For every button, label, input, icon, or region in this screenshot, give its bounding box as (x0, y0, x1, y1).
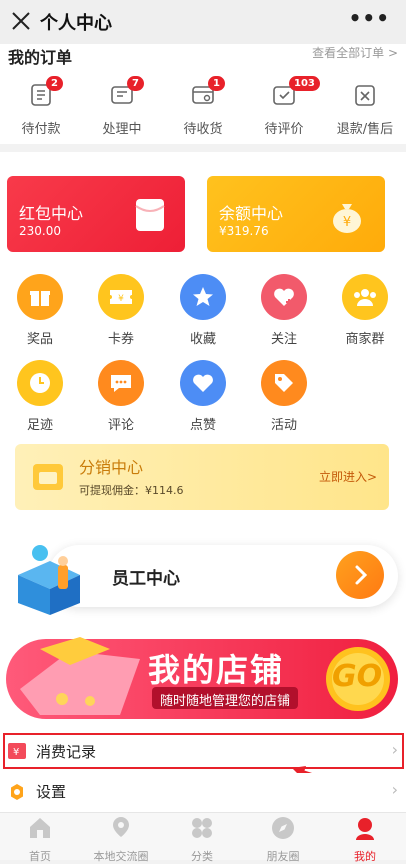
grid-favorites[interactable]: 收藏 (168, 274, 238, 347)
tab-label: 分类 (191, 850, 213, 863)
grid-merchant-group[interactable]: 商家群 (330, 274, 400, 347)
grid-label: 评论 (107, 418, 134, 433)
main-panel: 红包中心 230.00 余额中心 ¥319.76 ¥ 奖品 ¥ 卡券 收藏 关注… (0, 152, 406, 812)
category-grid-icon (192, 818, 212, 838)
my-shop-banner[interactable]: 我的店铺 随时随地管理您的店铺 GO (0, 629, 406, 727)
tab-category[interactable]: 分类 (162, 815, 242, 864)
bottom-tab-bar: 首页 本地交流圈 分类 朋友圈 我的 (0, 812, 406, 863)
grid-label: 关注 (270, 332, 297, 347)
staff-illustration-icon (18, 545, 80, 615)
distribution-box-icon (33, 464, 63, 490)
grid-label: 足迹 (26, 418, 53, 433)
tab-mine[interactable]: 我的 (325, 815, 405, 864)
order-badge: 7 (127, 76, 144, 91)
staff-center-banner[interactable]: 员工中心 (8, 535, 398, 615)
order-badge: 1 (208, 76, 225, 91)
more-menu-button[interactable]: ••• (349, 6, 390, 30)
staff-title: 员工中心 (112, 569, 180, 589)
grid-likes[interactable]: 点赞 (168, 360, 238, 433)
grid-label: 商家群 (345, 332, 385, 347)
gift-icon (17, 274, 63, 320)
home-icon (30, 818, 50, 838)
refund-icon (355, 85, 375, 106)
orders-title: 我的订单 (8, 48, 73, 67)
group-icon (342, 274, 388, 320)
compass-icon (272, 817, 294, 839)
redpacket-title: 红包中心 (19, 204, 84, 223)
order-label: 退款/售后 (336, 122, 394, 137)
balance-value: ¥319.76 (219, 224, 269, 238)
shop-go-label[interactable]: GO (332, 659, 382, 694)
grid-follow[interactable]: 关注 (249, 274, 319, 347)
user-icon (356, 818, 374, 840)
shop-subtitle: 随时随地管理您的店铺 (160, 694, 291, 709)
svg-text:¥: ¥ (118, 294, 124, 304)
ticket-icon: ¥ (98, 274, 144, 320)
tab-label: 朋友圈 (266, 850, 300, 863)
gear-icon (11, 784, 23, 800)
tab-moments[interactable]: 朋友圈 (243, 815, 323, 864)
tab-home[interactable]: 首页 (0, 815, 80, 864)
order-badge: 2 (46, 76, 63, 91)
tab-local-circle[interactable]: 本地交流圈 (81, 815, 161, 864)
tab-label: 首页 (29, 850, 51, 863)
heart-icon (180, 360, 226, 406)
order-label: 待评价 (264, 122, 304, 137)
staff-enter-button[interactable] (336, 551, 384, 599)
orders-section: 我的订单 查看全部订单 > 2 待付款 7 处理中 1 待收货 103 待评价 … (0, 44, 406, 144)
chevron-right-icon: › (391, 780, 398, 799)
order-refund[interactable]: 退款/售后 (324, 82, 406, 142)
balance-title: 余额中心 (219, 204, 284, 223)
order-label: 处理中 (102, 122, 142, 137)
order-label: 待付款 (21, 122, 61, 137)
location-pin-icon (113, 817, 129, 837)
grid-label: 活动 (270, 418, 297, 433)
order-badge: 103 (289, 76, 320, 91)
menu-label: 设置 (36, 783, 67, 801)
order-pending-payment[interactable]: 2 待付款 (0, 76, 82, 142)
tab-label: 我的 (354, 850, 376, 863)
svg-text:¥: ¥ (343, 215, 351, 230)
settings-row[interactable]: 设置 › (0, 773, 406, 809)
grid-label: 收藏 (189, 332, 216, 347)
heart-plus-icon (261, 274, 307, 320)
grid-label: 奖品 (26, 332, 53, 347)
order-to-review[interactable]: 103 待评价 (243, 76, 325, 142)
grid-coupons[interactable]: ¥ 卡券 (86, 274, 156, 347)
grid-comments[interactable]: 评论 (86, 360, 156, 433)
tag-icon (261, 360, 307, 406)
distribution-enter-link[interactable]: 立即进入> (319, 468, 377, 485)
distribution-commission: 可提现佣金：¥114.6 (79, 484, 184, 497)
page-title: 个人中心 (40, 13, 112, 34)
grid-prizes[interactable]: 奖品 (5, 274, 75, 347)
distribution-title: 分销中心 (79, 458, 144, 477)
tab-label: 本地交流圈 (93, 850, 149, 863)
grid-activities[interactable]: 活动 (249, 360, 319, 433)
comment-icon (98, 360, 144, 406)
chevron-right-icon (355, 565, 368, 585)
close-icon[interactable] (10, 10, 32, 32)
top-bar: 个人中心 ••• (0, 0, 406, 44)
view-all-orders-link[interactable]: 查看全部订单 > (312, 44, 398, 61)
star-icon (180, 274, 226, 320)
distribution-center-banner[interactable]: 分销中心 可提现佣金：¥114.6 立即进入> (15, 444, 389, 510)
order-to-receive[interactable]: 1 待收货 (162, 76, 244, 142)
money-bag-icon: ¥ (333, 204, 361, 233)
balance-card[interactable]: 余额中心 ¥319.76 ¥ (207, 176, 385, 252)
order-label: 待收货 (183, 122, 223, 137)
red-envelope-icon (135, 199, 165, 231)
order-processing[interactable]: 7 处理中 (81, 76, 163, 142)
grid-label: 卡券 (107, 332, 134, 347)
shop-title: 我的店铺 (148, 651, 285, 689)
grid-footprints[interactable]: 足迹 (5, 360, 75, 433)
grid-label: 点赞 (189, 418, 216, 433)
redpacket-card[interactable]: 红包中心 230.00 (7, 176, 185, 252)
clock-icon (17, 360, 63, 406)
redpacket-value: 230.00 (19, 224, 61, 238)
